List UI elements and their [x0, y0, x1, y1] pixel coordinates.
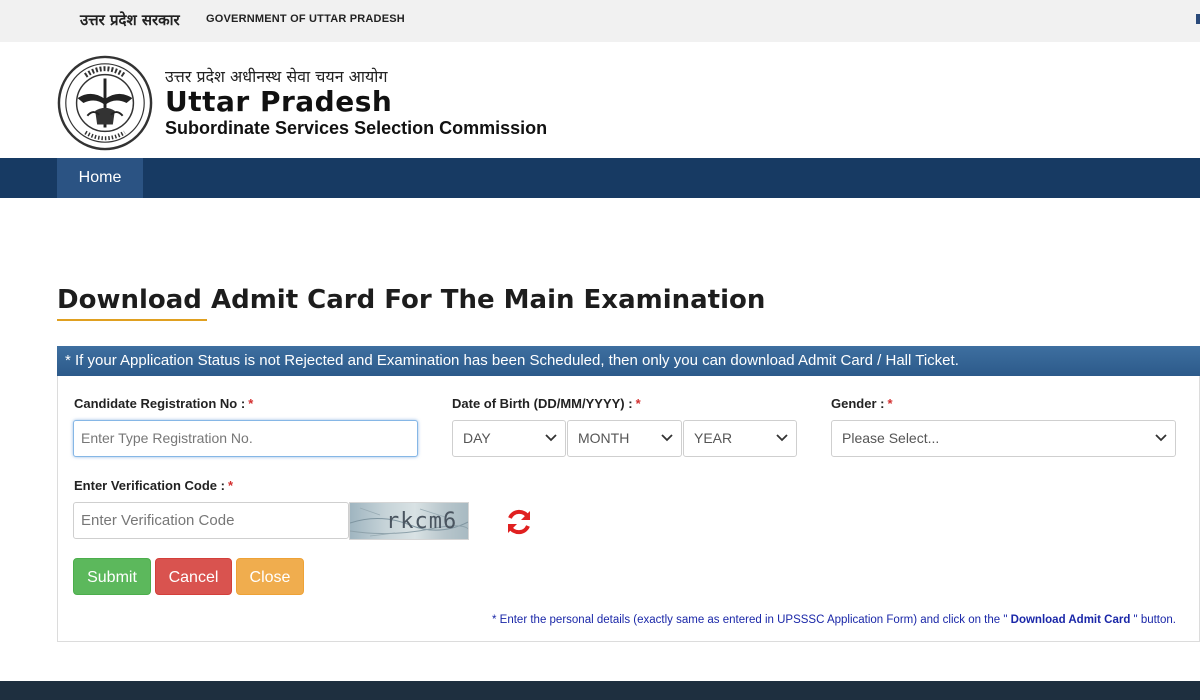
org-hindi-name: उत्तर प्रदेश अधीनस्थ सेवा चयन आयोग [165, 67, 388, 86]
instruction-prefix: * Enter the personal details (exactly sa… [492, 614, 1008, 626]
dob-day-value: DAY [463, 430, 491, 446]
chevron-down-icon [545, 434, 557, 442]
registration-label: Candidate Registration No : * [74, 396, 253, 411]
nav-item-home[interactable]: Home [57, 158, 143, 198]
required-marker: * [227, 478, 234, 493]
chevron-down-icon [776, 434, 788, 442]
dob-month-value: MONTH [578, 430, 630, 446]
captcha-image: rkcm6 [349, 502, 469, 540]
dob-year-value: YEAR [694, 430, 733, 446]
org-name: Uttar Pradesh [165, 85, 393, 118]
required-marker: * [248, 396, 254, 411]
site-footer [0, 681, 1200, 700]
cancel-button[interactable]: Cancel [155, 558, 232, 595]
verification-label: Enter Verification Code : * [74, 478, 233, 493]
verification-code-input[interactable]: Enter Verification Code [73, 502, 349, 539]
captcha-text: rkcm6 [386, 509, 458, 534]
instruction-emphasis: Download Admit Card [1010, 614, 1131, 626]
chevron-down-icon [661, 434, 673, 442]
registration-label-text: Candidate Registration No : [74, 396, 246, 411]
dob-day-select[interactable]: DAY [452, 420, 566, 457]
submit-button[interactable]: Submit [73, 558, 151, 595]
gov-english-label: GOVERNMENT OF UTTAR PRADESH [206, 13, 405, 25]
top-bar: उत्तर प्रदेश सरकार GOVERNMENT OF UTTAR P… [0, 0, 1200, 42]
page-title: Download Admit Card For The Main Examina… [57, 285, 766, 315]
notice-banner: * If your Application Status is not Reje… [57, 346, 1200, 376]
instruction-suffix: " button. [1133, 614, 1176, 626]
up-government-emblem-icon[interactable] [56, 54, 154, 152]
required-marker: * [887, 396, 893, 411]
dob-label-text: Date of Birth (DD/MM/YYYY) : [452, 396, 633, 411]
required-marker: * [635, 396, 641, 411]
main-navbar: Home [0, 158, 1200, 198]
chevron-down-icon [1155, 434, 1167, 442]
refresh-icon[interactable] [503, 506, 535, 538]
dob-month-select[interactable]: MONTH [567, 420, 682, 457]
gov-hindi-label: उत्तर प्रदेश सरकार [80, 11, 180, 29]
close-button[interactable]: Close [236, 558, 304, 595]
dob-label: Date of Birth (DD/MM/YYYY) : * [452, 396, 641, 411]
org-subtitle: Subordinate Services Selection Commissio… [165, 118, 548, 138]
gender-label-text: Gender : [831, 396, 885, 411]
title-underline [57, 319, 207, 321]
dob-year-select[interactable]: YEAR [683, 420, 797, 457]
site-header: उत्तर प्रदेश अधीनस्थ सेवा चयन आयोग Uttar… [0, 42, 1200, 158]
top-bar-edge-marker [1196, 14, 1200, 24]
gender-selected-value: Please Select... [842, 430, 940, 446]
registration-input[interactable]: Enter Type Registration No. [73, 420, 418, 457]
verification-label-text: Enter Verification Code : [74, 478, 225, 493]
gender-label: Gender : * [831, 396, 893, 411]
gender-select[interactable]: Please Select... [831, 420, 1176, 457]
form-instruction: * Enter the personal details (exactly sa… [492, 614, 1176, 626]
